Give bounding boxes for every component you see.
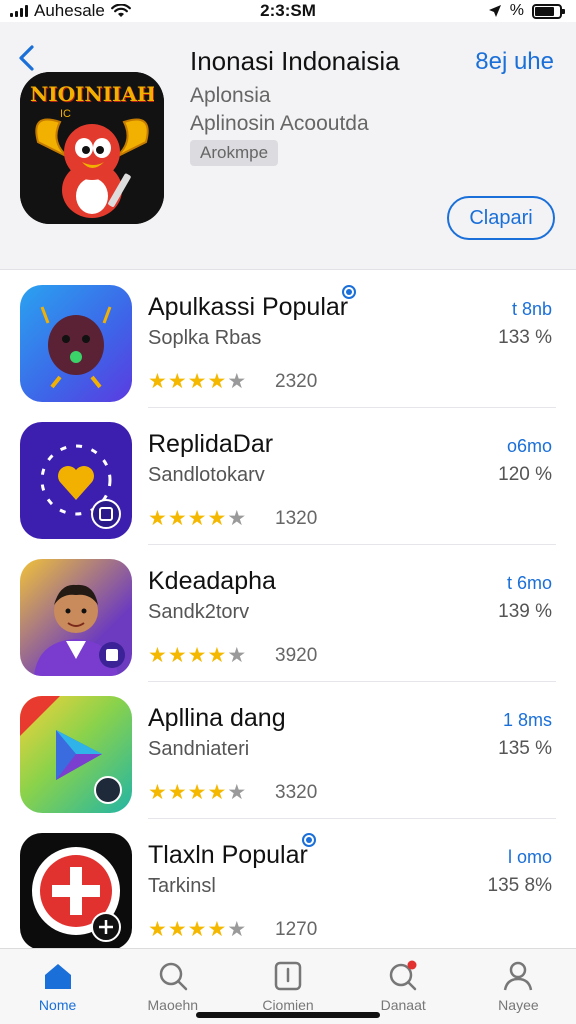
app-icon — [20, 696, 132, 813]
hero-icon-subtext: IC — [60, 108, 71, 120]
beetle-character-icon — [40, 306, 112, 389]
hero-app-icon[interactable]: NIOINIIAH IC — [20, 72, 164, 224]
app-size[interactable]: t 8nb — [512, 299, 552, 320]
app-size[interactable]: t 6mo — [507, 573, 552, 594]
app-subtitle: Tarkinsl — [148, 875, 216, 897]
tab-profile[interactable]: Nayee — [461, 949, 576, 1024]
app-subtitle: Sandlotokarv — [148, 464, 265, 486]
battery-icon — [532, 3, 565, 19]
app-header: NIOINIIAH IC Inonasi Indonaisia 8ej uhe … — [0, 22, 576, 270]
tab-label: Nome — [38, 997, 77, 1013]
avatar-man-icon — [34, 584, 125, 676]
red-cross-icon — [32, 847, 121, 942]
category-tag[interactable]: Arokmpe — [190, 140, 279, 166]
app-size[interactable]: 1 8ms — [503, 710, 552, 731]
app-subtitle: Sandniateri — [148, 738, 250, 760]
hero-subtitle-secondary: Aplinosin Acooutda — [190, 112, 369, 135]
rating-stars: ★★★★★ — [148, 644, 248, 667]
rating-stars: ★★★★★ — [148, 781, 248, 804]
back-button[interactable] — [12, 42, 40, 74]
rating-count: 3320 — [275, 782, 318, 803]
app-title: Kdeadapha — [148, 567, 276, 595]
get-button[interactable]: Clapari — [447, 196, 555, 240]
app-title: Apulkassi Popular — [148, 293, 349, 321]
wifi-icon — [110, 4, 131, 17]
app-icon — [20, 559, 132, 676]
app-icon — [20, 285, 132, 402]
list-item[interactable]: Apulkassi Popular Soplka Rbas ★★★★★ 2320… — [0, 271, 576, 408]
app-percent: 135 8% — [487, 875, 552, 896]
app-title: ReplidaDar — [148, 430, 274, 458]
person-icon — [504, 961, 533, 991]
app-subtitle: Soplka Rbas — [148, 327, 262, 349]
hero-subtitle-primary: Aplonsia — [190, 84, 271, 107]
verified-badge-icon — [302, 833, 316, 847]
app-title: Tlaxln Popular — [148, 841, 308, 869]
home-icon — [44, 964, 71, 989]
tab-label: Nayee — [498, 997, 539, 1013]
app-icon — [20, 833, 132, 950]
app-size[interactable]: o6mo — [507, 436, 552, 457]
list-item[interactable]: Tlaxln Popular Tarkinsl ★★★★★ 1270 l omo… — [0, 819, 576, 956]
page-title: Inonasi Indonaisia — [190, 46, 400, 76]
home-indicator — [196, 1012, 380, 1018]
status-bar: Auhesale 2:3:SM % — [0, 0, 576, 22]
rating-count: 1320 — [275, 508, 318, 529]
hero-icon-text: NIOINIIAH — [30, 82, 154, 106]
location-arrow-icon — [488, 5, 501, 17]
app-icon — [20, 422, 132, 539]
search-notify-icon — [389, 960, 417, 991]
play-triangle-icon — [20, 696, 122, 804]
rating-stars: ★★★★★ — [148, 507, 248, 530]
status-right: % — [488, 0, 565, 22]
rating-stars: ★★★★★ — [148, 370, 248, 393]
battery-percent: % — [509, 2, 524, 19]
tab-label: Danaat — [380, 997, 426, 1013]
tab-home[interactable]: Nome — [0, 949, 115, 1024]
chevron-left-icon — [19, 45, 34, 71]
header-link[interactable]: 8ej uhe — [475, 48, 554, 76]
status-left: Auhesale — [10, 0, 131, 22]
app-title: Apllina dang — [148, 704, 286, 732]
heart-dots-icon — [40, 444, 121, 529]
tab-label: Ciomien — [262, 997, 314, 1013]
app-subtitle: Sandk2torv — [148, 601, 250, 623]
rating-count: 3920 — [275, 645, 318, 666]
list-item[interactable]: Kdeadapha Sandk2torv ★★★★★ 3920 t 6mo 13… — [0, 545, 576, 682]
info-box-icon — [274, 961, 302, 991]
list-item[interactable]: ReplidaDar Sandlotokarv ★★★★★ 1320 o6mo … — [0, 408, 576, 545]
carrier-name: Auhesale — [34, 1, 105, 20]
app-percent: 120 % — [498, 464, 552, 485]
rating-stars: ★★★★★ — [148, 918, 248, 941]
app-percent: 139 % — [498, 601, 552, 622]
list-item[interactable]: Apllina dang Sandniateri ★★★★★ 3320 1 8m… — [0, 682, 576, 819]
app-percent: 133 % — [498, 327, 552, 348]
signal-icon — [10, 5, 28, 17]
rating-count: 2320 — [275, 371, 318, 392]
verified-badge-icon — [342, 285, 356, 299]
app-size[interactable]: l omo — [508, 847, 552, 868]
app-percent: 135 % — [498, 738, 552, 759]
rating-count: 1270 — [275, 919, 318, 940]
search-icon — [159, 962, 188, 991]
app-list: Apulkassi Popular Soplka Rbas ★★★★★ 2320… — [0, 271, 576, 956]
tab-label: Maoehn — [147, 997, 199, 1013]
